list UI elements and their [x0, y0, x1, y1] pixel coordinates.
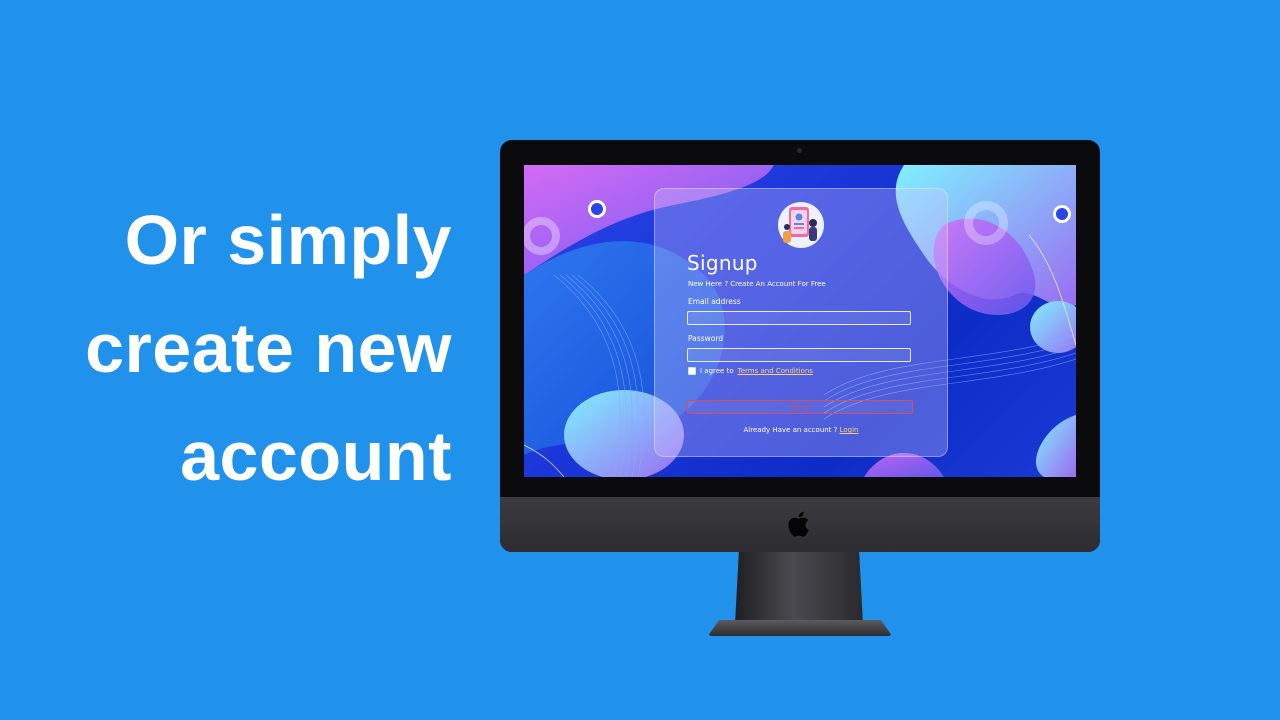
camera-dot: [797, 148, 802, 153]
terms-checkbox[interactable]: [688, 367, 696, 375]
already-account-row: Already Have an account ? Login: [655, 426, 947, 434]
signup-card: Signup New Here ? Create An Account For …: [654, 188, 948, 457]
profile-illustration-icon: [778, 202, 824, 248]
agree-text: I agree to: [700, 367, 734, 375]
headline-line-2: create new: [85, 309, 452, 387]
monitor-stand: [735, 552, 863, 624]
terms-agreement: I agree to Terms and Conditions: [688, 367, 813, 375]
monitor-stand-base: [708, 620, 892, 636]
password-field[interactable]: [687, 348, 911, 362]
signup-title: Signup: [687, 251, 758, 275]
monitor-screen: Signup New Here ? Create An Account For …: [524, 165, 1076, 477]
decorative-ring: [1053, 205, 1071, 223]
monitor: Signup New Here ? Create An Account For …: [500, 140, 1100, 552]
email-field[interactable]: [687, 311, 911, 325]
password-label: Password: [688, 334, 724, 343]
decorative-ring: [588, 200, 606, 218]
login-link[interactable]: Login: [840, 426, 859, 434]
signup-button[interactable]: Sign Up: [687, 400, 913, 414]
headline: Or simply create new account: [40, 186, 452, 510]
email-label: Email address: [688, 297, 741, 306]
monitor-chin: [500, 497, 1100, 552]
terms-link[interactable]: Terms and Conditions: [738, 367, 813, 375]
signup-subtitle: New Here ? Create An Account For Free: [688, 280, 826, 288]
decorative-ring: [964, 201, 1008, 245]
already-account-text: Already Have an account ?: [743, 426, 838, 434]
headline-line-3: account: [180, 417, 452, 495]
headline-line-1: Or simply: [124, 201, 452, 279]
apple-logo-icon: [788, 511, 809, 537]
